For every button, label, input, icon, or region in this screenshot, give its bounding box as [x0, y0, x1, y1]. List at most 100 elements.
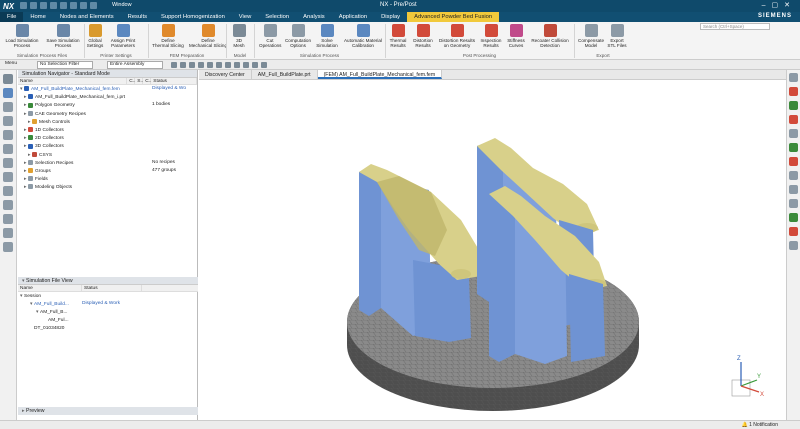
redo-icon[interactable]: [40, 2, 47, 9]
ribbon-button-thermal-results[interactable]: Thermal Results: [387, 24, 409, 48]
graphics-window[interactable]: Discovery Center AM_Full_BuildPlate.prt …: [199, 70, 786, 420]
ribbon-button-compensate-model[interactable]: Compensate Model: [578, 24, 604, 48]
ribbon-button-automatic-material-calibration[interactable]: Automatic Material Calibration: [341, 24, 385, 48]
ribbon-button-stiffness-curves[interactable]: Stiffness Curves: [506, 24, 526, 48]
navigator-row[interactable]: ▾ AM_Full_BuildPlate_Mechanical_fem.fem Di…: [18, 85, 197, 93]
ribbon-button-define-mechanical-slicing[interactable]: Define Mechanical Slicing: [188, 24, 228, 48]
display-icon[interactable]: [789, 143, 798, 152]
menu-tab-advanced-powder-bed-fusion[interactable]: Advanced Powder Bed Fusion: [407, 12, 500, 22]
menu-tab-results[interactable]: Results: [121, 12, 154, 22]
window-controls[interactable]: –▢✕: [762, 1, 796, 9]
file-view-row[interactable]: DT_01034820: [18, 325, 198, 333]
column-name[interactable]: Name: [18, 78, 128, 84]
assembly-scope-dropdown[interactable]: Entire Assembly: [107, 61, 163, 69]
ribbon-button-global-settings[interactable]: Global Settings: [85, 24, 105, 48]
settings-icon[interactable]: [3, 74, 13, 84]
tab-buildplate-prt[interactable]: AM_Full_BuildPlate.prt: [252, 70, 318, 79]
reuse-library-icon[interactable]: [3, 144, 13, 154]
notification-indicator[interactable]: 🔔 1 Notification: [741, 421, 778, 429]
window-menu[interactable]: Window: [112, 2, 132, 8]
navigator-row[interactable]: ▸ Polygon Geometry 1 bodies: [18, 101, 197, 109]
ribbon-button-inspection-results[interactable]: Inspection Results: [479, 24, 503, 48]
document-icon[interactable]: [789, 171, 798, 180]
history-icon[interactable]: [3, 158, 13, 168]
fit-icon[interactable]: [243, 62, 249, 68]
pan-icon[interactable]: [216, 62, 222, 68]
filter-icon[interactable]: [198, 62, 204, 68]
navigator-row[interactable]: ▸ Mesh Controls: [18, 118, 197, 126]
save-icon[interactable]: [20, 2, 27, 9]
part-navigator-icon[interactable]: [3, 102, 13, 112]
navigator-row[interactable]: ▸ Selection Recipes No recipes: [18, 159, 197, 167]
menu-tab-analysis[interactable]: Analysis: [296, 12, 332, 22]
search-input[interactable]: Search (Ctrl+Space): [700, 23, 770, 30]
copy-icon[interactable]: [60, 2, 67, 9]
menu-button[interactable]: Menu: [3, 61, 33, 69]
ribbon-button-distortion-results[interactable]: Distortion Results: [411, 24, 435, 48]
navigator-row[interactable]: ▸ 3D Collectors: [18, 142, 197, 150]
ribbon-button-3d-mesh[interactable]: 3D Mesh: [229, 24, 249, 48]
document-icon[interactable]: [789, 199, 798, 208]
close-panel-icon[interactable]: [789, 73, 798, 82]
tab-fem-file[interactable]: (FEM) AM_Full_BuildPlate_Mechanical_fem.…: [317, 70, 443, 79]
rotate-icon[interactable]: [225, 62, 231, 68]
orient-icon[interactable]: [207, 62, 213, 68]
ribbon-button-load-simulation-process[interactable]: Load Simulation Process: [3, 24, 41, 48]
ribbon-button-save-simulation-process[interactable]: Save Simulation Process: [43, 24, 83, 48]
navigator-row[interactable]: ▸ CSYS: [18, 151, 197, 159]
warning-icon[interactable]: [789, 227, 798, 236]
ribbon-button-cut-operations[interactable]: Cut Operations: [259, 24, 281, 48]
column-c2[interactable]: C..: [143, 78, 151, 84]
results-icon[interactable]: [789, 87, 798, 96]
render-style-icon[interactable]: [252, 62, 258, 68]
ribbon-button-define-thermal-slicing[interactable]: Define Thermal Slicing: [150, 24, 186, 48]
web-browser-icon[interactable]: [3, 172, 13, 182]
layers-icon[interactable]: [789, 241, 798, 250]
file-view-row[interactable]: AM_Ful...: [18, 317, 198, 325]
tab-discovery-center[interactable]: Discovery Center: [199, 70, 252, 79]
menu-tab-support-homogenization[interactable]: Support Homogenization: [154, 12, 232, 22]
ribbon-button-solve-simulation[interactable]: Solve Simulation: [315, 24, 339, 48]
view-triad[interactable]: Z Y X: [731, 356, 764, 398]
ribbon-button-computation-options[interactable]: Computation Options: [283, 24, 313, 48]
menu-tab-file[interactable]: File: [0, 12, 24, 22]
navigator-row[interactable]: ▸ Fields: [18, 175, 197, 183]
pin-icon[interactable]: [3, 242, 13, 252]
snap-icon[interactable]: [171, 62, 177, 68]
simulation-navigator-icon[interactable]: [3, 88, 13, 98]
paste-icon[interactable]: [70, 2, 77, 9]
undo-icon[interactable]: [30, 2, 37, 9]
navigator-row[interactable]: ▸ CAE Geometry Recipes: [18, 110, 197, 118]
menu-tab-selection[interactable]: Selection: [258, 12, 296, 22]
select-icon[interactable]: [189, 62, 195, 68]
column-name[interactable]: Name: [18, 285, 82, 291]
column-c1[interactable]: C..: [127, 78, 135, 84]
roles-icon[interactable]: [3, 200, 13, 210]
contour-icon[interactable]: [789, 115, 798, 124]
file-view-title[interactable]: Simulation File View: [26, 278, 73, 284]
selection-filter-dropdown[interactable]: No Selection Filter: [37, 61, 93, 69]
model-viewport[interactable]: Z Y X: [199, 80, 786, 420]
document-icon[interactable]: [789, 185, 798, 194]
navigator-row[interactable]: ▸ 2D Collectors: [18, 134, 197, 142]
column-status[interactable]: Status: [151, 78, 197, 84]
zoom-icon[interactable]: [234, 62, 240, 68]
help-icon[interactable]: [3, 228, 13, 238]
check-icon[interactable]: [789, 213, 798, 222]
navigator-row[interactable]: ▸ Modeling Objects: [18, 183, 197, 191]
cut-icon[interactable]: [50, 2, 57, 9]
navigator-row[interactable]: ▸ Groups 477 groups: [18, 167, 197, 175]
switch-window-icon[interactable]: [90, 2, 97, 9]
file-view-row[interactable]: ▾Session: [18, 292, 198, 300]
mesh-icon[interactable]: [789, 101, 798, 110]
ribbon-button-assign-print-parameters[interactable]: Assign Print Parameters: [108, 24, 138, 48]
navigator-row[interactable]: ▸ 1D Collectors: [18, 126, 197, 134]
menu-tab-application[interactable]: Application: [332, 12, 374, 22]
constraint-navigator-icon[interactable]: [3, 130, 13, 140]
menu-tab-home[interactable]: Home: [23, 12, 52, 22]
assembly-navigator-icon[interactable]: [3, 116, 13, 126]
palette-icon[interactable]: [3, 186, 13, 196]
menu-tab-nodes-and-elements[interactable]: Nodes and Elements: [53, 12, 121, 22]
report-icon[interactable]: [789, 157, 798, 166]
ribbon-button-export-stl-files[interactable]: Export STL Files: [607, 24, 627, 48]
